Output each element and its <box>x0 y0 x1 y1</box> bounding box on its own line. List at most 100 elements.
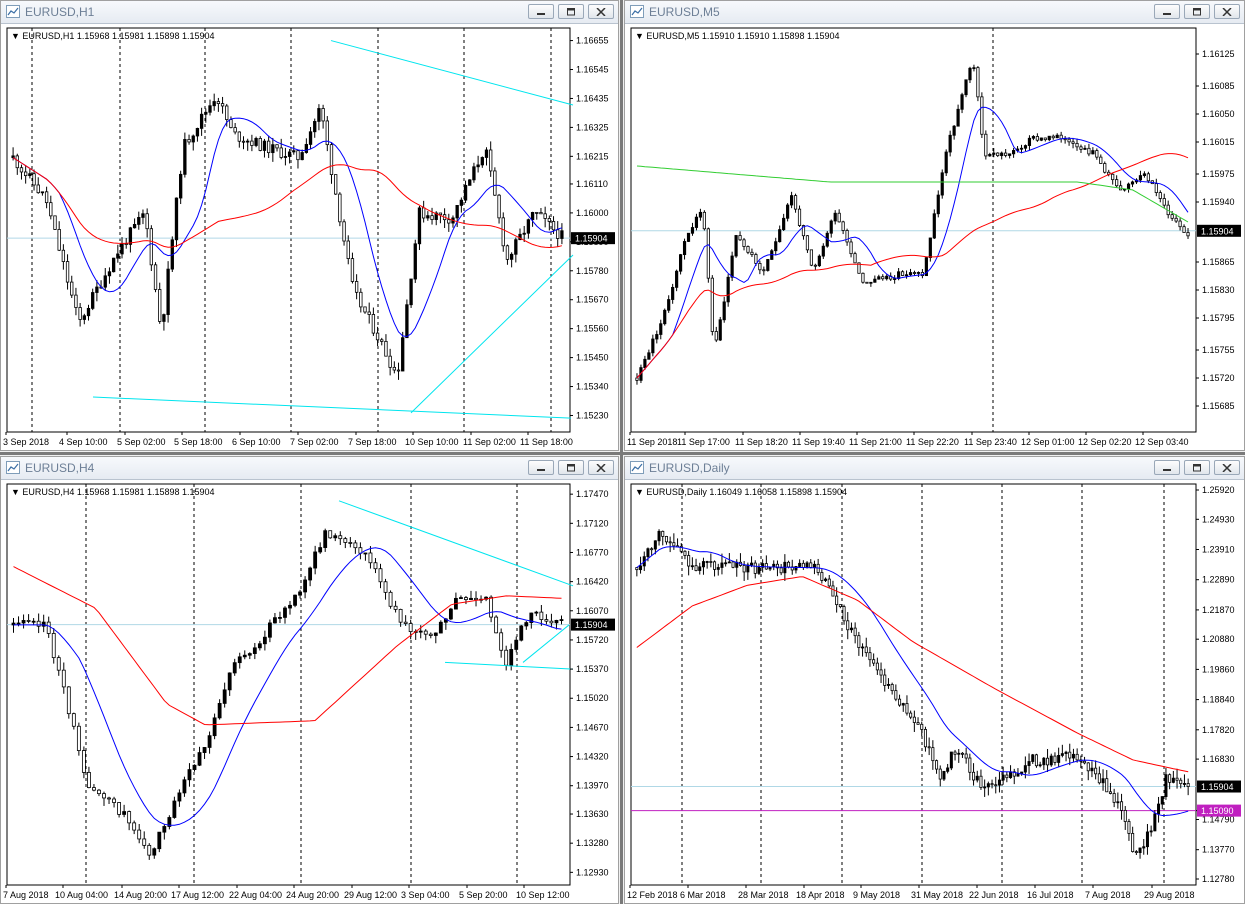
candle-body <box>87 771 91 788</box>
candle-body <box>829 220 833 234</box>
candle-body <box>1134 851 1138 854</box>
candle-body <box>413 243 417 280</box>
candle-body <box>817 255 821 267</box>
minimize-button[interactable] <box>528 460 554 475</box>
candle-body <box>283 156 288 158</box>
time-axis-label: 29 Aug 12:00 <box>344 890 397 900</box>
candle-body <box>653 540 657 550</box>
time-axis-label: 11 Sep 19:40 <box>792 437 845 447</box>
candle-body <box>254 138 258 146</box>
candle-body <box>212 717 217 737</box>
chart-window-eurusd-h1[interactable]: EURUSD,H1 1.16655 1.16545 1.16435 1.16325 1.… <box>0 0 619 451</box>
price-chart[interactable]: 1.17470 1.17120 1.16770 1.16420 1.16070 1.157… <box>1 480 618 903</box>
candle-body <box>1170 214 1174 219</box>
candle-body <box>354 281 359 293</box>
candle-body <box>901 703 905 706</box>
candle-body <box>984 133 988 157</box>
level-price-label: 1.15090 <box>1201 806 1234 816</box>
candle-body <box>504 649 509 666</box>
price-axis-label: 1.14670 <box>576 722 609 732</box>
candle-body <box>1031 754 1035 762</box>
minimize-button[interactable] <box>1154 4 1180 19</box>
candle-body <box>698 211 702 218</box>
price-axis-label: 1.12780 <box>1202 874 1235 884</box>
candle-body <box>1031 136 1036 139</box>
candle-body <box>237 131 241 142</box>
minimize-button[interactable] <box>1154 460 1180 475</box>
candle-body <box>1053 755 1057 763</box>
candle-body <box>147 844 152 856</box>
window-splitter-horizontal[interactable] <box>0 452 1245 455</box>
price-chart[interactable]: 1.16655 1.16545 1.16435 1.16325 1.16215 1.161… <box>1 24 618 450</box>
time-axis-label: 11 Sep 23:40 <box>964 437 1017 447</box>
candle-body <box>872 659 876 664</box>
candle-body <box>278 617 282 619</box>
candle-body <box>809 562 813 568</box>
candle-body <box>679 254 683 272</box>
candle-body <box>789 195 794 206</box>
candle-body <box>61 249 66 262</box>
candle-body <box>1001 774 1005 781</box>
close-button[interactable] <box>588 460 614 475</box>
price-axis-label: 1.16015 <box>1202 137 1235 147</box>
candle-body <box>746 246 750 253</box>
close-button[interactable] <box>1214 460 1240 475</box>
candle-body <box>797 208 802 226</box>
candle-body <box>149 228 154 266</box>
candle-body <box>71 713 76 727</box>
candle-body <box>698 566 702 571</box>
price-axis-label: 1.15780 <box>576 266 609 276</box>
price-axis-label: 1.13970 <box>576 781 609 791</box>
candle-body <box>853 627 857 637</box>
candle-body <box>455 205 459 219</box>
window-titlebar[interactable]: EURUSD,M5 <box>625 1 1244 24</box>
candle-body <box>766 259 770 271</box>
chart-window-eurusd-h4[interactable]: EURUSD,H4 1.17470 1.17120 1.16770 1.16420 1.… <box>0 456 619 904</box>
minimize-button[interactable] <box>528 4 554 19</box>
candle-body <box>1182 226 1186 233</box>
candle-body <box>821 245 825 257</box>
chart-window-eurusd-daily[interactable]: EURUSD,Daily 1.25920 1.24930 1.23910 1.2289… <box>624 456 1245 904</box>
candle-body <box>338 535 343 540</box>
price-chart[interactable]: 1.25920 1.24930 1.23910 1.22890 1.21870 1.208… <box>625 480 1244 903</box>
close-button[interactable] <box>1214 4 1240 19</box>
window-titlebar[interactable]: EURUSD,Daily <box>625 457 1244 480</box>
candle-body <box>499 632 504 651</box>
close-button[interactable] <box>588 4 614 19</box>
candle-body <box>838 604 842 608</box>
candle-body <box>321 108 325 122</box>
candle-body <box>489 149 493 172</box>
candle-body <box>983 786 987 789</box>
candle-body <box>1083 760 1087 764</box>
candle-body <box>554 619 559 624</box>
chart-window-eurusd-m5[interactable]: EURUSD,M5 1.16125 1.16085 1.16050 1.16015 1.… <box>624 0 1245 451</box>
price-chart[interactable]: 1.16125 1.16085 1.16050 1.16015 1.15975 1.159… <box>625 24 1244 450</box>
candle-body <box>894 690 898 700</box>
candle-body <box>363 552 368 555</box>
candle-body <box>820 572 824 581</box>
candle-body <box>672 542 676 547</box>
candle-body <box>1179 779 1183 785</box>
candle-body <box>549 620 554 624</box>
candle-body <box>1123 809 1127 822</box>
candle-body <box>227 672 232 691</box>
candle-body <box>1138 847 1142 854</box>
maximize-button[interactable] <box>1184 4 1210 19</box>
candle-body <box>944 151 948 174</box>
candle-body <box>288 604 292 609</box>
maximize-button[interactable] <box>558 460 584 475</box>
candle-body <box>936 194 940 215</box>
candle-body <box>1051 135 1055 139</box>
maximize-button[interactable] <box>558 4 584 19</box>
price-axis-label: 1.17470 <box>576 489 609 499</box>
candle-body <box>1142 173 1147 176</box>
candle-body <box>539 212 543 215</box>
time-axis-label: 7 Aug 2018 <box>1085 890 1131 900</box>
window-titlebar[interactable]: EURUSD,H4 <box>1 457 618 480</box>
candle-body <box>393 605 398 610</box>
maximize-button[interactable] <box>1184 460 1210 475</box>
candle-body <box>663 309 667 325</box>
window-titlebar[interactable]: EURUSD,H1 <box>1 1 618 24</box>
candle-body <box>1101 778 1105 784</box>
candle-body <box>375 332 380 341</box>
